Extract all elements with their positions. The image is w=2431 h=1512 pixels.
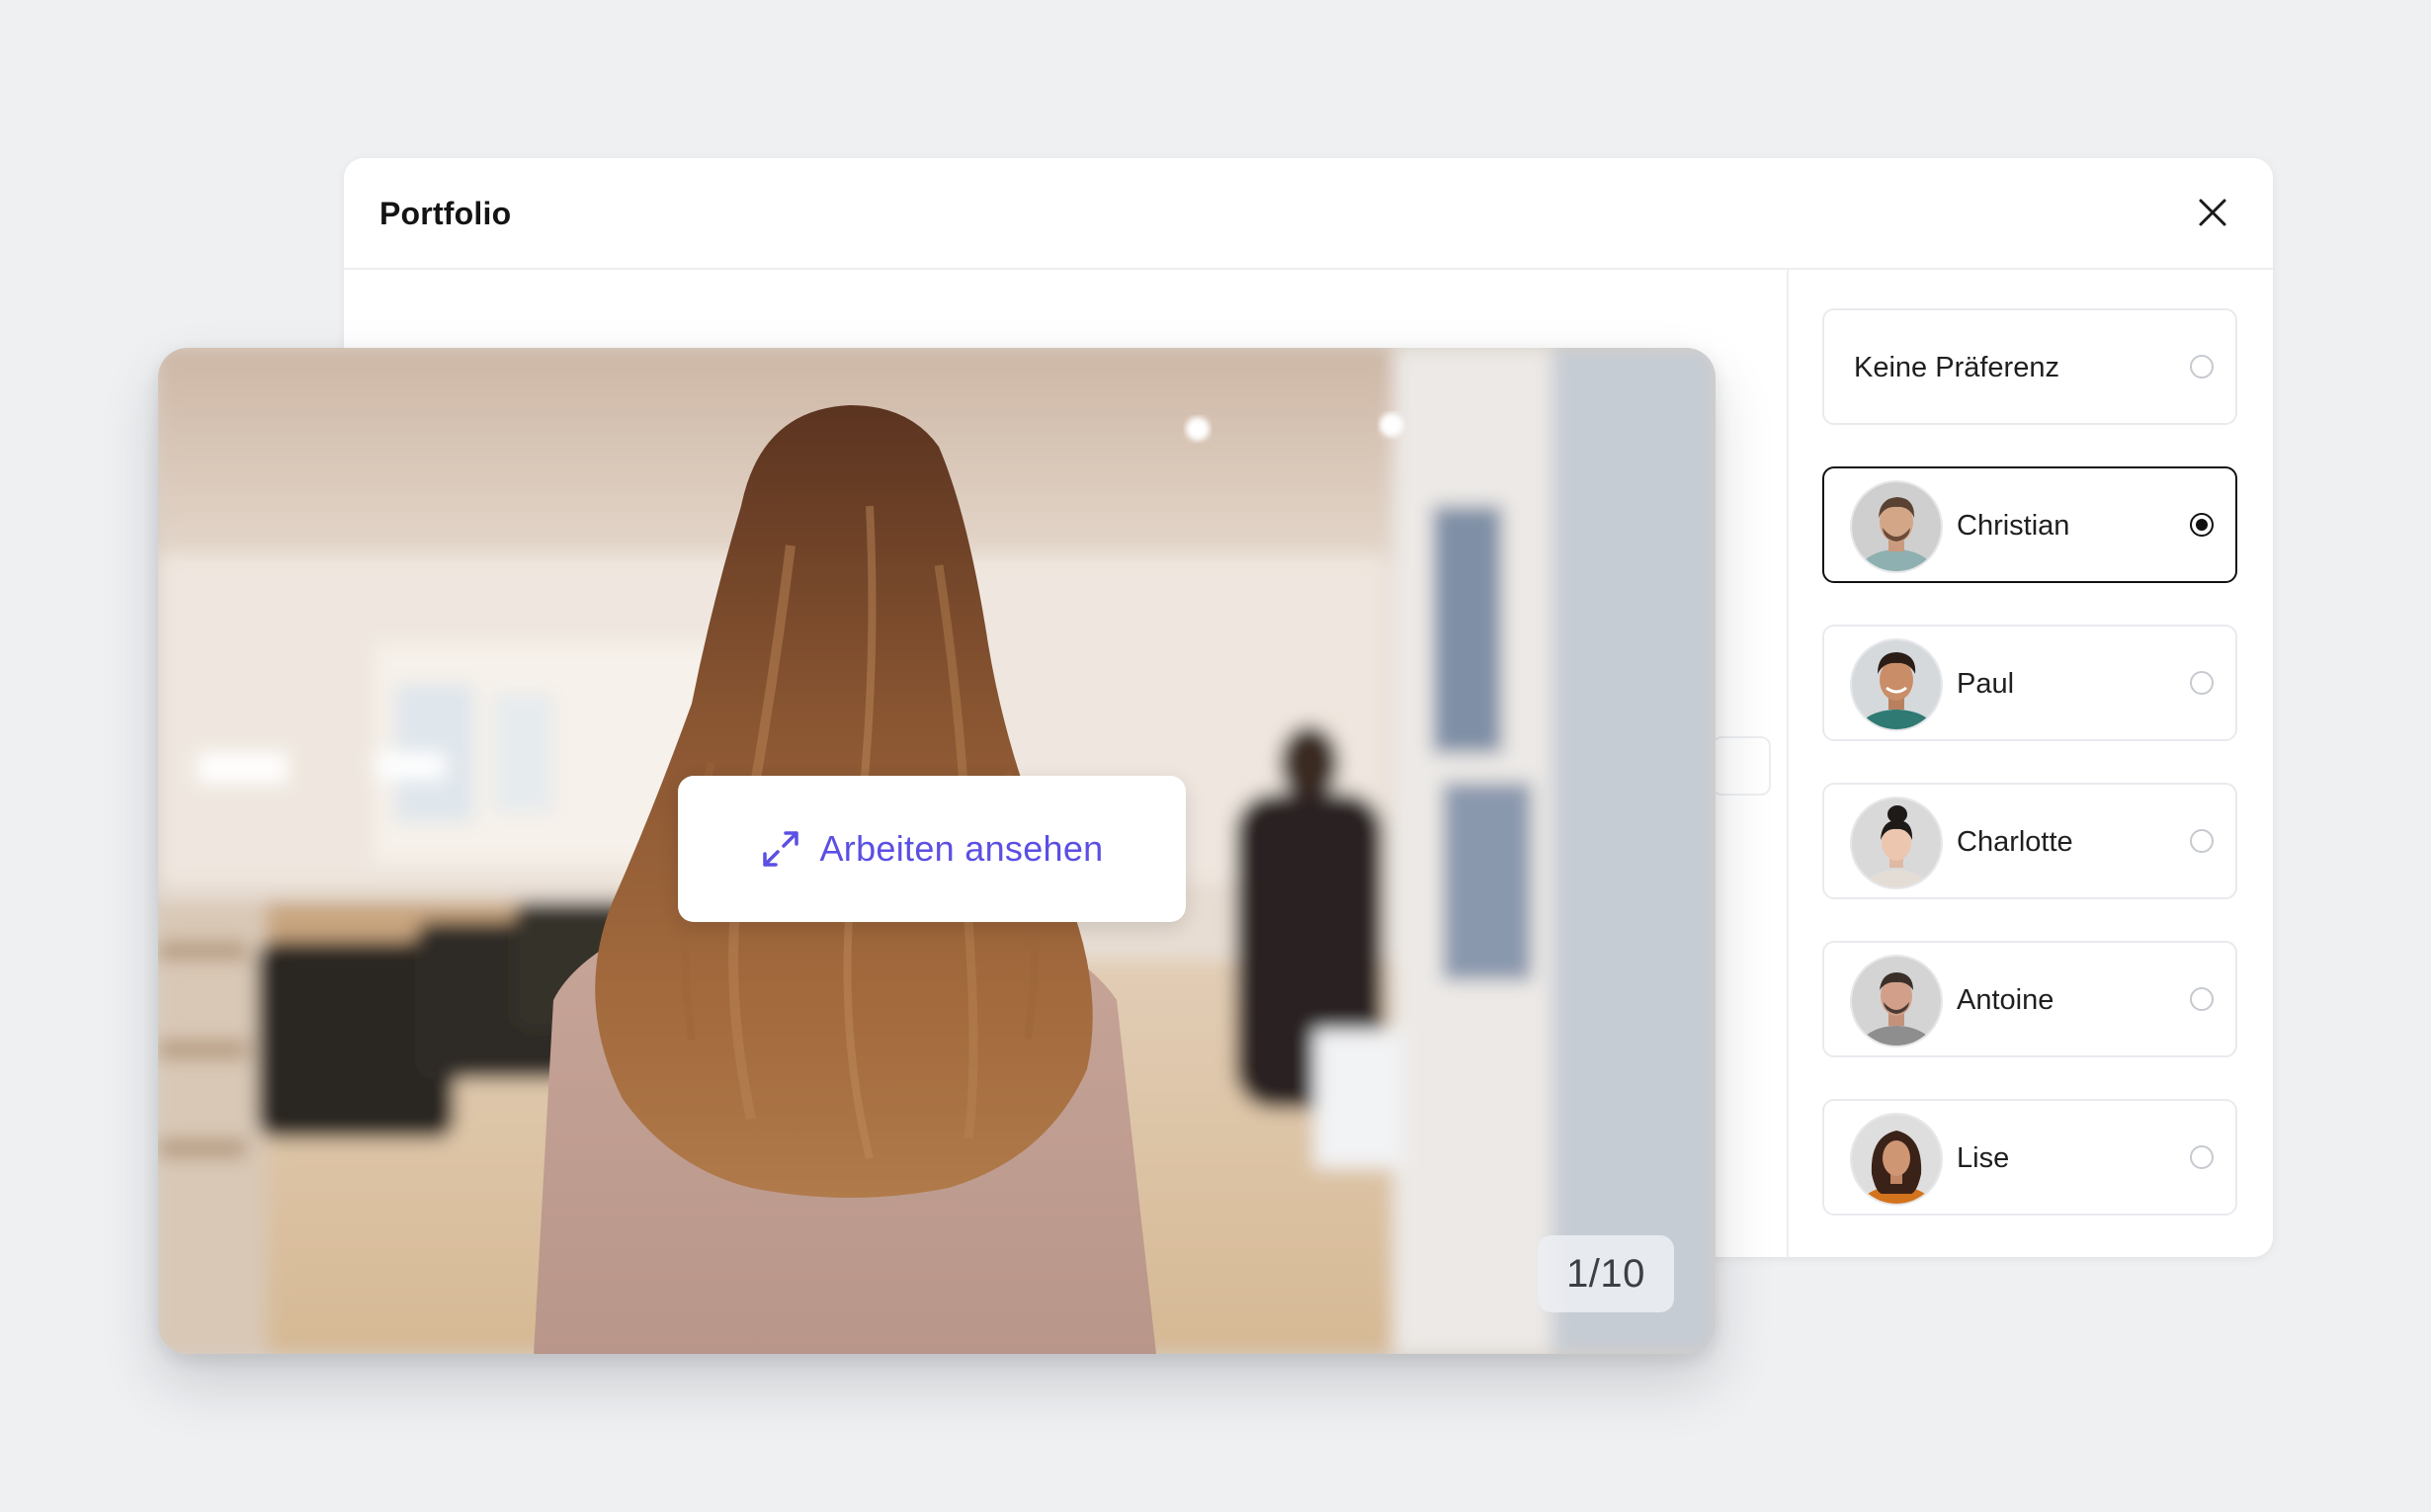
stylist-name: Christian bbox=[1957, 510, 2070, 542]
stylist-name: Keine Präferenz bbox=[1854, 352, 2059, 383]
view-work-label: Arbeiten ansehen bbox=[819, 828, 1104, 869]
stylist-name: Antoine bbox=[1957, 984, 2054, 1016]
radio-button[interactable] bbox=[2190, 513, 2214, 537]
avatar bbox=[1852, 798, 1941, 887]
portfolio-photo[interactable]: Arbeiten ansehen 1/10 bbox=[158, 348, 1716, 1354]
stylist-option-paul[interactable]: Paul bbox=[1822, 625, 2237, 741]
avatar bbox=[1852, 482, 1941, 571]
expand-icon bbox=[760, 828, 801, 870]
radio-button[interactable] bbox=[2190, 671, 2214, 695]
close-icon bbox=[2199, 199, 2226, 226]
radio-button[interactable] bbox=[2190, 1145, 2214, 1169]
radio-button[interactable] bbox=[2190, 355, 2214, 378]
avatar bbox=[1852, 957, 1941, 1046]
stylist-option-christian[interactable]: Christian bbox=[1822, 466, 2237, 583]
panel-divider bbox=[1787, 269, 1789, 1257]
view-work-button[interactable]: Arbeiten ansehen bbox=[678, 776, 1186, 922]
stylist-option-charlotte[interactable]: Charlotte bbox=[1822, 783, 2237, 899]
carousel-next-button[interactable] bbox=[1712, 736, 1771, 796]
stylist-option-antoine[interactable]: Antoine bbox=[1822, 941, 2237, 1057]
stylist-name: Charlotte bbox=[1957, 826, 2073, 858]
close-button[interactable] bbox=[2190, 190, 2235, 235]
modal-title: Portfolio bbox=[379, 196, 512, 231]
modal-header: Portfolio bbox=[344, 158, 2273, 270]
photo-counter: 1/10 bbox=[1538, 1235, 1674, 1312]
radio-button[interactable] bbox=[2190, 829, 2214, 853]
radio-button[interactable] bbox=[2190, 987, 2214, 1011]
stylist-name: Lise bbox=[1957, 1142, 2010, 1174]
stylist-option-lise[interactable]: Lise bbox=[1822, 1099, 2237, 1216]
avatar bbox=[1852, 640, 1941, 729]
avatar bbox=[1852, 1115, 1941, 1204]
stylist-name: Paul bbox=[1957, 668, 2015, 700]
stylist-option-no-preference[interactable]: Keine Präferenz bbox=[1822, 308, 2237, 425]
